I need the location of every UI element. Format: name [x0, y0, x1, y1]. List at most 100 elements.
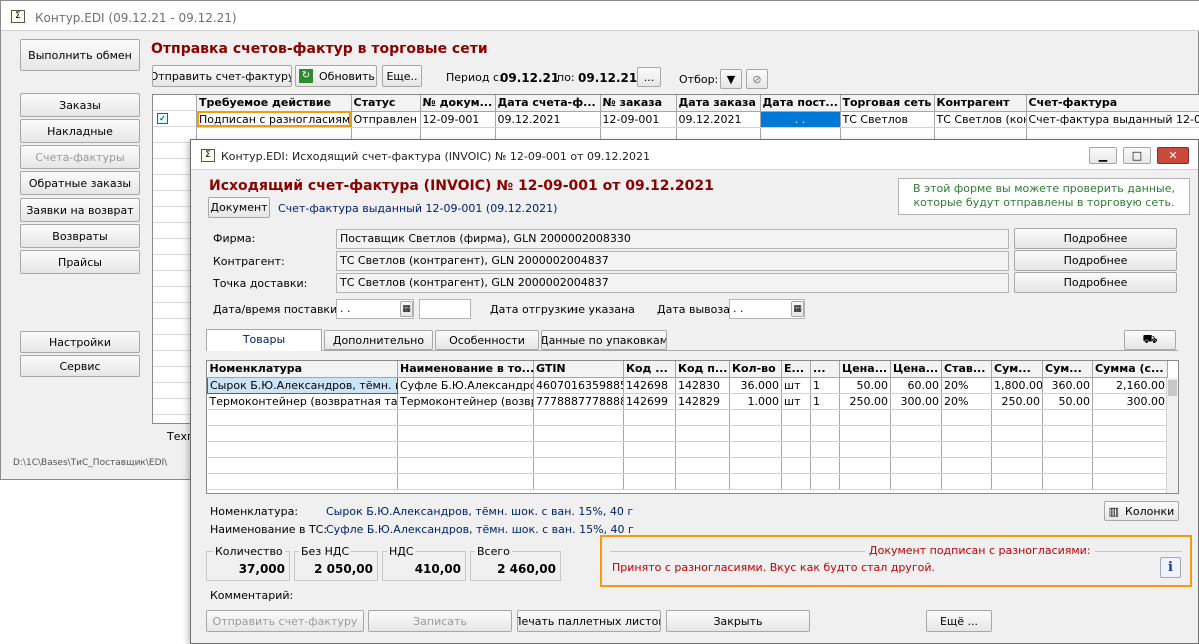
cell-code[interactable]: 142699: [623, 393, 676, 410]
nav-invoices-button[interactable]: Накладные: [20, 119, 140, 143]
cell-gtin[interactable]: 7778887778888: [533, 393, 624, 410]
cell-order-number[interactable]: 12-09-001: [600, 111, 677, 128]
cell-required-action[interactable]: Подписан с разногласиями: [197, 111, 352, 128]
cell-tax-invoice[interactable]: Счет-фактура выданный 12-09-001: [1026, 111, 1199, 128]
cell-vat-rate[interactable]: 20%: [941, 377, 992, 394]
col-price-vat[interactable]: Цена...: [890, 361, 942, 378]
cell-price[interactable]: 50.00: [839, 377, 891, 394]
cell-order-date[interactable]: 09.12.2021: [676, 111, 761, 128]
delivery-date-calendar-button[interactable]: ▦: [400, 301, 413, 317]
nav-orders-button[interactable]: Заказы: [20, 93, 140, 117]
send-tax-invoice-button[interactable]: Отправить счет-фактуру: [152, 65, 292, 87]
period-from-value[interactable]: 09.12.21: [500, 71, 559, 85]
more-actions-button[interactable]: Ещё ...: [926, 610, 992, 632]
send-invoice-button[interactable]: Отправить счет-фактуру: [206, 610, 364, 632]
nav-prices-button[interactable]: Прайсы: [20, 250, 140, 274]
columns-button[interactable]: ▥ Колонки: [1104, 501, 1179, 521]
minimize-button[interactable]: ▁: [1089, 147, 1117, 164]
items-scrollbar[interactable]: [1166, 378, 1178, 493]
print-pallet-sheets-button[interactable]: Печать паллетных листов: [517, 610, 661, 632]
scroll-thumb[interactable]: [1168, 380, 1177, 396]
col-total-sum[interactable]: Сумма (с...: [1092, 361, 1168, 378]
firm-field[interactable]: Поставщик Светлов (фирма), GLN 200000200…: [336, 229, 1009, 249]
cell-doc-number[interactable]: 12-09-001: [420, 111, 496, 128]
maximize-button[interactable]: □: [1123, 147, 1151, 164]
cell-nomenclature[interactable]: Сырок Б.Ю.Александров, тёмн. шок: [207, 376, 398, 394]
nav-return-orders-button[interactable]: Обратные заказы: [20, 171, 140, 195]
col-invoice-date[interactable]: Дата счета-ф...: [495, 95, 601, 112]
col-sum[interactable]: Сум...: [991, 361, 1043, 378]
nav-settings-button[interactable]: Настройки: [20, 331, 140, 353]
filter-clear-button[interactable]: ⊘: [746, 69, 768, 89]
table-row[interactable]: Термоконтейнер (возвратная тара) Термоко…: [207, 393, 1168, 410]
col-vat-rate[interactable]: Став...: [941, 361, 992, 378]
cell-price-vat[interactable]: 300.00: [890, 393, 942, 410]
nav-return-requests-button[interactable]: Заявки на возврат: [20, 198, 140, 222]
tab-goods[interactable]: Товары: [206, 329, 322, 351]
cell-unit[interactable]: шт: [781, 377, 811, 394]
period-to-value[interactable]: 09.12.21: [578, 71, 637, 85]
col-price[interactable]: Цена...: [839, 361, 891, 378]
cell-delivery-date[interactable]: . .: [760, 111, 841, 128]
document-link[interactable]: Счет-фактура выданный 12-09-001 (09.12.2…: [278, 202, 557, 216]
save-button[interactable]: Записать: [368, 610, 512, 632]
cell-unit[interactable]: шт: [781, 393, 811, 410]
col-order-number[interactable]: № заказа: [600, 95, 677, 112]
col-contractor[interactable]: Контрагент: [934, 95, 1027, 112]
tab-packaging-data[interactable]: Данные по упаковкам: [541, 330, 667, 350]
nav-tax-invoices-button[interactable]: Счета-фактуры: [20, 145, 140, 169]
cell-contractor[interactable]: ТС Светлов (конт: [934, 111, 1027, 128]
cell-quantity[interactable]: 1.000: [729, 393, 782, 410]
cell-ts-name[interactable]: Термоконтейнер (возвра: [397, 393, 534, 410]
cell-invoice-date[interactable]: 09.12.2021: [495, 111, 601, 128]
close-window-button[interactable]: ✕: [1157, 147, 1189, 164]
col-nomenclature[interactable]: Номенклатура: [207, 361, 398, 378]
delivery-time-input[interactable]: [419, 299, 471, 319]
table-row[interactable]: Сырок Б.Ю.Александров, тёмн. шок Суфле Б…: [207, 376, 1168, 394]
period-select-button[interactable]: ...: [637, 67, 661, 87]
col-delivery-date[interactable]: Дата пост...: [760, 95, 841, 112]
cell-vat-sum[interactable]: 360.00: [1042, 377, 1093, 394]
cell-nomenclature[interactable]: Термоконтейнер (возвратная тара): [207, 393, 398, 410]
cell-sum[interactable]: 250.00: [991, 393, 1043, 410]
col-gtin[interactable]: GTIN: [533, 361, 624, 378]
firm-details-button[interactable]: Подробнее: [1014, 228, 1177, 249]
cell-total-sum[interactable]: 2,160.00: [1092, 377, 1168, 394]
nav-service-button[interactable]: Сервис: [20, 355, 140, 377]
col-ts-name[interactable]: Наименование в то...: [397, 361, 534, 378]
col-factor[interactable]: ...: [810, 361, 840, 378]
cell-gtin[interactable]: 4607016359885: [533, 377, 624, 394]
cell-vat-rate[interactable]: 20%: [941, 393, 992, 410]
col-quantity[interactable]: Кол-во: [729, 361, 782, 378]
cell-buyer-code[interactable]: 142829: [675, 393, 730, 410]
col-status[interactable]: Статус: [351, 95, 421, 112]
cell-code[interactable]: 142698: [623, 377, 676, 394]
col-required-action[interactable]: Требуемое действие: [197, 95, 352, 112]
col-doc-number[interactable]: № докум...: [420, 95, 496, 112]
info-button[interactable]: i: [1160, 557, 1181, 578]
col-code[interactable]: Код ...: [623, 361, 676, 378]
col-order-date[interactable]: Дата заказа: [676, 95, 761, 112]
more-button[interactable]: Еще..: [382, 65, 422, 87]
col-unit[interactable]: Е...: [781, 361, 811, 378]
tab-features[interactable]: Особенности: [435, 330, 539, 350]
delivery-point-field[interactable]: ТС Светлов (контрагент), GLN 20000020048…: [336, 273, 1009, 293]
cell-factor[interactable]: 1: [810, 393, 840, 410]
document-button[interactable]: Документ: [208, 197, 270, 218]
cell-ts-name[interactable]: Суфле Б.Ю.Александров,: [397, 377, 534, 394]
run-exchange-button[interactable]: Выполнить обмен: [20, 39, 140, 71]
cell-vat-sum[interactable]: 50.00: [1042, 393, 1093, 410]
col-buyer-code[interactable]: Код п...: [675, 361, 730, 378]
refresh-button[interactable]: ↻ Обновить: [295, 65, 377, 87]
cell-sum[interactable]: 1,800.00: [991, 377, 1043, 394]
cell-status[interactable]: Отправлен: [351, 111, 421, 128]
contractor-details-button[interactable]: Подробнее: [1014, 250, 1177, 271]
close-button[interactable]: Закрыть: [666, 610, 810, 632]
tab-additional[interactable]: Дополнительно: [324, 330, 433, 350]
cell-price-vat[interactable]: 60.00: [890, 377, 942, 394]
nav-returns-button[interactable]: Возвраты: [20, 224, 140, 248]
cell-factor[interactable]: 1: [810, 377, 840, 394]
cell-quantity[interactable]: 36.000: [729, 377, 782, 394]
col-trade-network[interactable]: Торговая сеть: [840, 95, 935, 112]
filter-set-button[interactable]: ▼: [720, 69, 742, 89]
